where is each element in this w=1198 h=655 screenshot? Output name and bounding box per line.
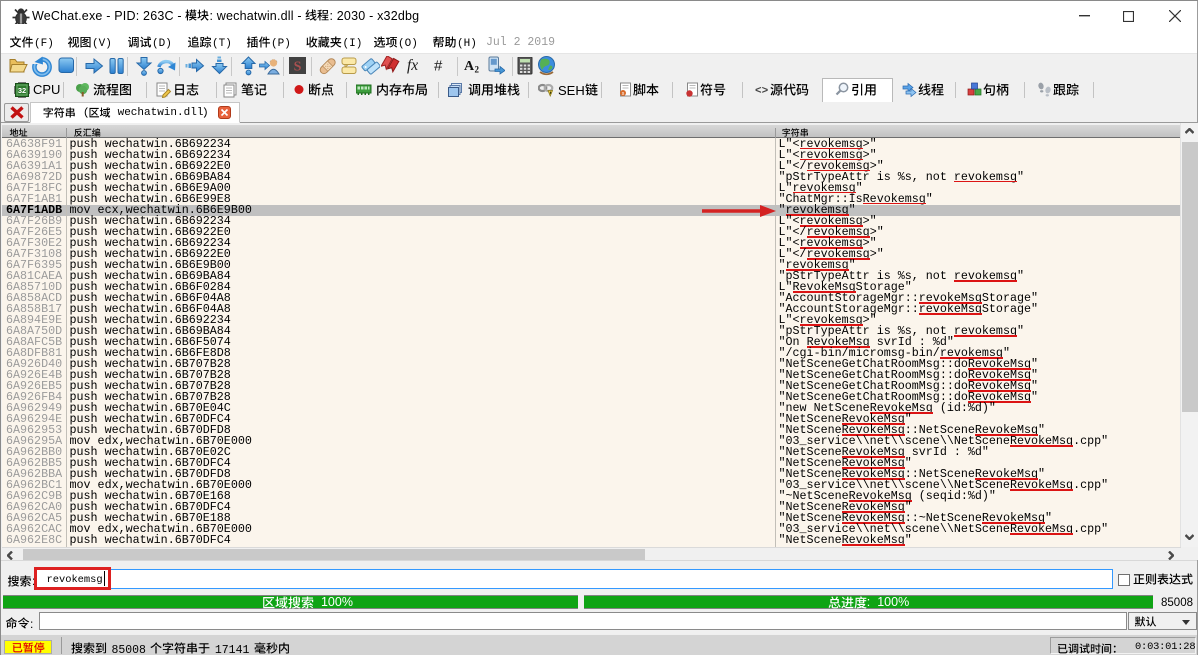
- svg-text:2: 2: [475, 65, 480, 75]
- svg-text:S: S: [294, 60, 302, 75]
- svg-text:#: #: [434, 58, 443, 75]
- svg-text:s: s: [622, 91, 625, 97]
- svg-text:<>: <>: [755, 86, 769, 98]
- svg-text:32: 32: [18, 86, 26, 95]
- svg-text:A: A: [464, 59, 475, 74]
- svg-text:fx: fx: [407, 57, 418, 74]
